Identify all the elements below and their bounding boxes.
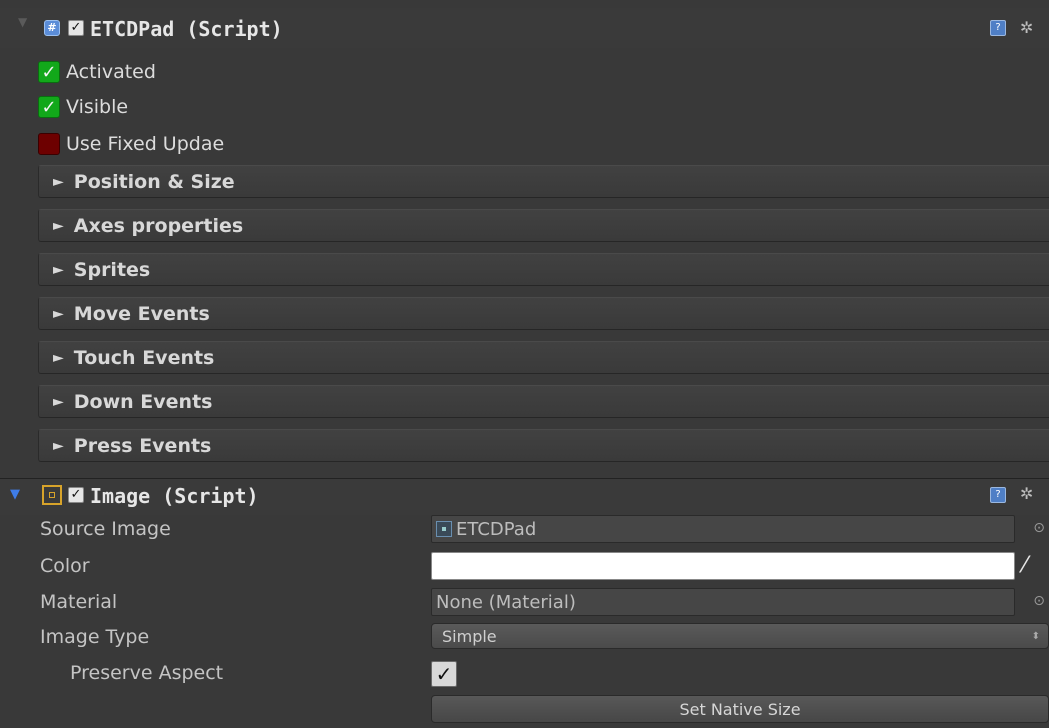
visible-label: Visible [66, 96, 129, 118]
image-type-label: Image Type [40, 626, 150, 648]
image-type-dropdown[interactable]: Simple ⬍ [431, 623, 1049, 649]
section-label: Position & Size [73, 170, 235, 193]
dropdown-arrows-icon: ⬍ [1031, 630, 1040, 642]
section-expand-arrow-icon: ► [53, 217, 64, 234]
source-image-field[interactable]: ETCDPad [431, 515, 1015, 543]
object-picker-icon[interactable]: ⊙ [1033, 520, 1045, 536]
section-expand-arrow-icon: ► [53, 173, 64, 190]
section-label: Move Events [73, 302, 210, 325]
source-image-label: Source Image [40, 518, 171, 540]
activated-label: Activated [66, 61, 156, 83]
activated-checkbox[interactable]: ✓ [38, 61, 60, 83]
image-foldout-arrow[interactable]: ▼ [10, 488, 20, 501]
set-native-size-button[interactable]: Set Native Size [431, 695, 1049, 723]
help-icon[interactable]: ? [990, 20, 1006, 36]
preserve-aspect-checkbox[interactable]: ✓ [431, 661, 457, 687]
section-expand-arrow-icon: ► [53, 261, 64, 278]
help-icon[interactable]: ? [990, 487, 1006, 503]
section-label: Press Events [73, 434, 212, 457]
gear-icon[interactable]: ✲ [1020, 484, 1033, 503]
gear-icon[interactable]: ✲ [1020, 18, 1033, 37]
material-value: None (Material) [436, 591, 576, 613]
etcdpad-component-title: ETCDPad (Script) [90, 17, 283, 41]
section-touch-events[interactable]: ► Touch Events [38, 341, 1049, 374]
etcdpad-foldout-arrow[interactable]: ▼ [18, 16, 27, 28]
use-fixed-update-toggle[interactable]: Use Fixed Updae [38, 133, 224, 155]
object-picker-icon[interactable]: ⊙ [1033, 593, 1045, 609]
section-move-events[interactable]: ► Move Events [38, 297, 1049, 330]
section-sprites[interactable]: ► Sprites [38, 253, 1049, 286]
material-field[interactable]: None (Material) [431, 588, 1015, 616]
section-label: Touch Events [73, 346, 215, 369]
section-down-events[interactable]: ► Down Events [38, 385, 1049, 418]
section-axes-properties[interactable]: ► Axes properties [38, 209, 1049, 242]
section-press-events[interactable]: ► Press Events [38, 429, 1049, 462]
use-fixed-update-label: Use Fixed Updae [66, 133, 225, 155]
activated-toggle[interactable]: ✓ Activated [38, 61, 156, 83]
image-component-title: Image (Script) [90, 484, 259, 508]
use-fixed-update-checkbox[interactable] [38, 133, 60, 155]
etcdpad-enabled-checkbox[interactable]: ✓ [68, 20, 84, 36]
image-icon [42, 485, 62, 505]
source-image-value: ETCDPad [456, 518, 537, 540]
section-label: Down Events [73, 390, 213, 413]
sprite-thumbnail-icon [436, 521, 452, 537]
section-expand-arrow-icon: ► [53, 349, 64, 366]
visible-checkbox[interactable]: ✓ [38, 96, 60, 118]
image-type-value: Simple [442, 626, 497, 646]
eyedropper-icon[interactable]: ⁄ [1023, 553, 1027, 578]
color-swatch-field[interactable] [431, 552, 1015, 580]
csharp-script-icon: # [44, 20, 60, 36]
section-label: Axes properties [73, 214, 244, 237]
section-label: Sprites [73, 258, 151, 281]
section-expand-arrow-icon: ► [53, 393, 64, 410]
section-position-size[interactable]: ► Position & Size [38, 165, 1049, 198]
color-label: Color [40, 555, 90, 577]
section-expand-arrow-icon: ► [53, 305, 64, 322]
image-enabled-checkbox[interactable]: ✓ [68, 487, 84, 503]
material-label: Material [40, 591, 118, 613]
section-expand-arrow-icon: ► [53, 437, 64, 454]
visible-toggle[interactable]: ✓ Visible [38, 96, 128, 118]
preserve-aspect-label: Preserve Aspect [70, 662, 224, 684]
